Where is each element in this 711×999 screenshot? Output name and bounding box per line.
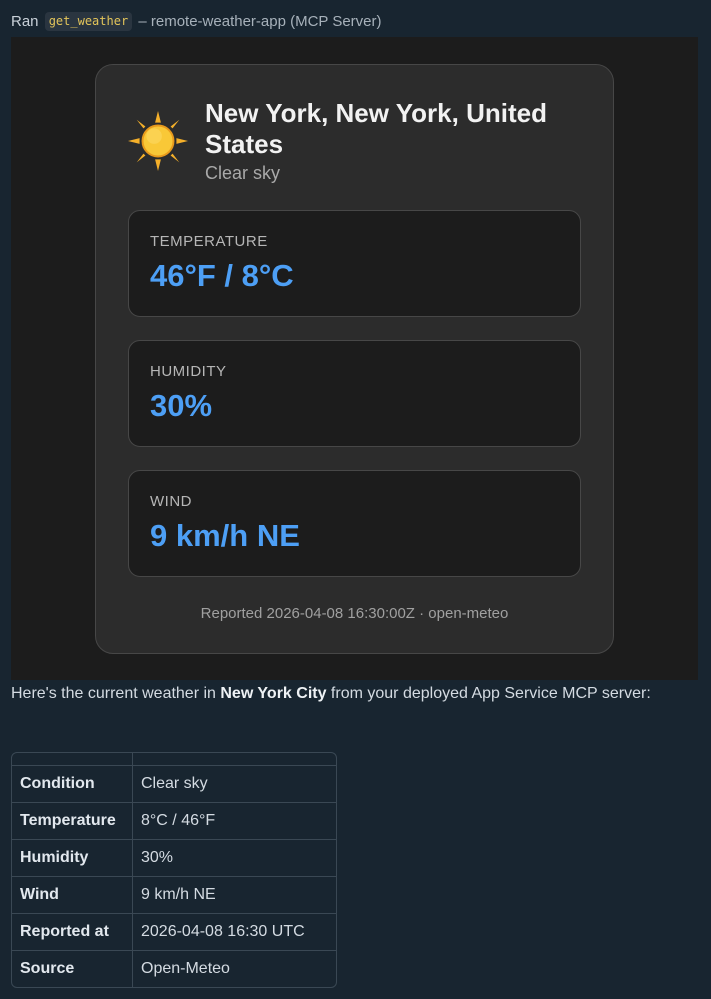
table-value: 9 km/h NE (133, 876, 336, 913)
metric-label: TEMPERATURE (150, 233, 268, 250)
sun-icon (127, 110, 189, 172)
summary-city: New York City (220, 685, 327, 702)
table-row: Condition Clear sky (12, 765, 336, 802)
metric-label: WIND (150, 493, 192, 510)
metric-label: HUMIDITY (150, 363, 227, 380)
table-row: Reported at 2026-04-08 16:30 UTC (12, 913, 336, 950)
table-row: Wind 9 km/h NE (12, 876, 336, 913)
metric-value: 9 km/h NE (150, 518, 300, 553)
condition-text: Clear sky (205, 163, 281, 183)
ran-label: Ran (11, 13, 39, 30)
metric-value: 30% (150, 388, 213, 423)
humidity-card: HUMIDITY 30% (128, 340, 581, 447)
table-header-row (12, 753, 336, 765)
table-key: Condition (12, 765, 133, 802)
reported-footer: Reported 2026-04-08 16:30:00Z · open-met… (200, 605, 509, 622)
table-row: Source Open-Meteo (12, 950, 336, 987)
location-title: New York, New York, United States (205, 98, 547, 159)
table-key: Wind (12, 876, 133, 913)
wind-card: WIND 9 km/h NE (128, 470, 581, 577)
tool-call-header[interactable]: Ran get_weather – remote-weather-app (MC… (11, 11, 382, 33)
tool-name: get_weather (44, 12, 133, 31)
table-value: Open-Meteo (133, 950, 336, 987)
app-frame: New York, New York, United States Clear … (11, 37, 698, 680)
metric-value: 46°F / 8°C (150, 258, 294, 293)
table-key: Source (12, 950, 133, 987)
table-header-cell (133, 753, 336, 765)
table-key: Temperature (12, 802, 133, 839)
table-header-cell (12, 753, 133, 765)
server-name: – remote-weather-app (MCP Server) (138, 13, 382, 30)
table-row: Temperature 8°C / 46°F (12, 802, 336, 839)
table-value: 8°C / 46°F (133, 802, 336, 839)
temperature-card: TEMPERATURE 46°F / 8°C (128, 210, 581, 317)
table-key: Humidity (12, 839, 133, 876)
summary-after: from your deployed App Service MCP serve… (326, 685, 651, 702)
summary-before: Here's the current weather in (11, 685, 221, 702)
table-value: 2026-04-08 16:30 UTC (133, 913, 336, 950)
table-row: Humidity 30% (12, 839, 336, 876)
weather-card: New York, New York, United States Clear … (95, 64, 614, 654)
table-value: 30% (133, 839, 336, 876)
table-value: Clear sky (133, 765, 336, 802)
weather-table: Condition Clear sky Temperature 8°C / 46… (11, 752, 337, 988)
summary-text: Here's the current weather in New York C… (11, 681, 691, 707)
table-key: Reported at (12, 913, 133, 950)
